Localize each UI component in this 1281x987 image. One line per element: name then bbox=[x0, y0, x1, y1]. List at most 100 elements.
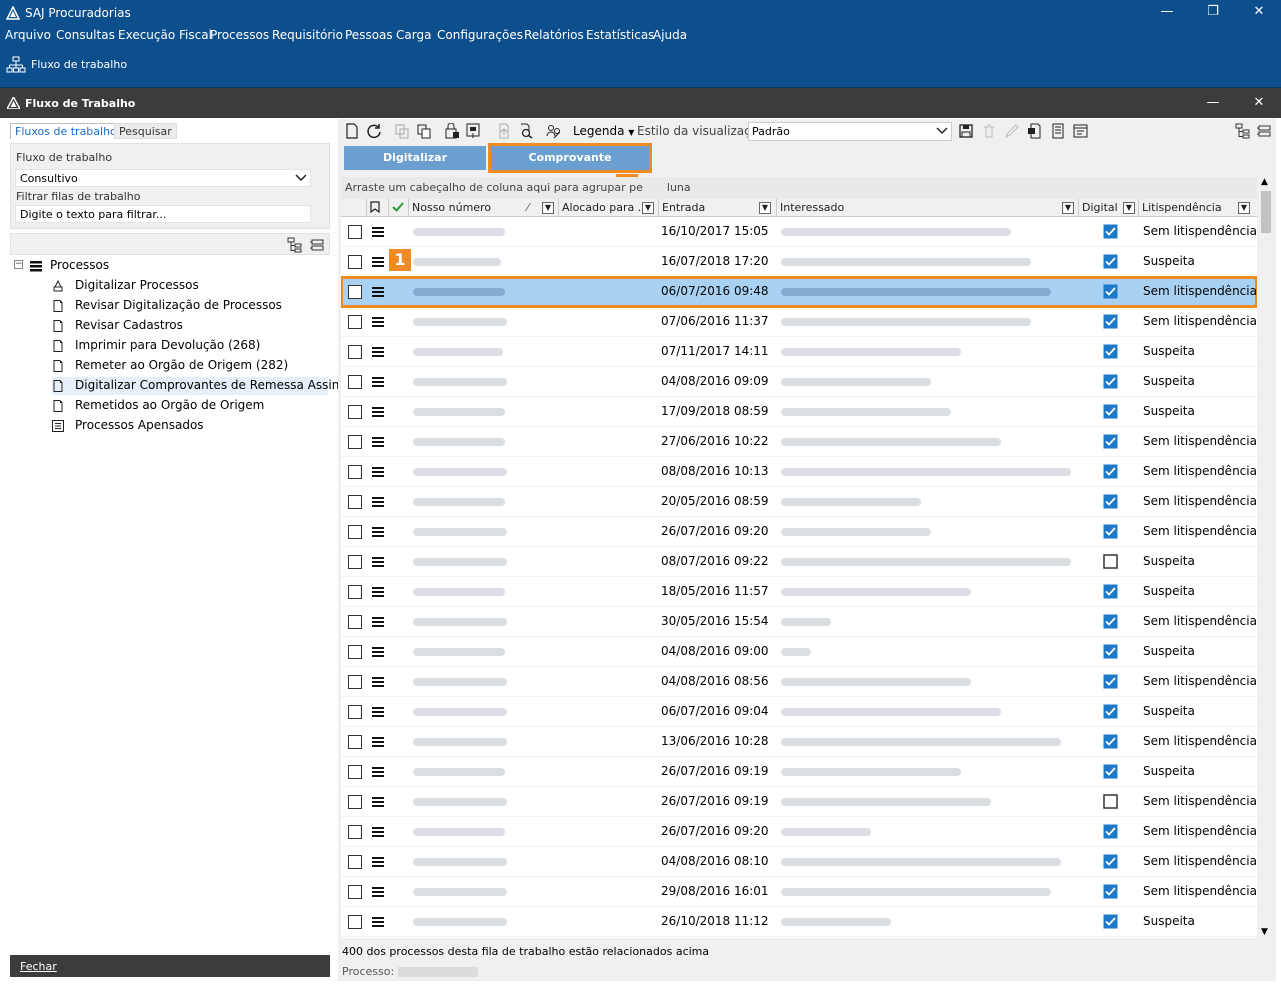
filter-dropdown-icon[interactable]: ▼ bbox=[1062, 202, 1074, 214]
tree-structure-icon[interactable] bbox=[287, 237, 303, 253]
digital-checked-icon[interactable] bbox=[1103, 284, 1118, 299]
row-details-icon[interactable] bbox=[372, 827, 384, 837]
tab-pesquisar[interactable]: Pesquisar bbox=[114, 123, 177, 139]
row-details-icon[interactable] bbox=[372, 377, 384, 387]
copy-icon[interactable] bbox=[416, 123, 432, 139]
digital-checked-icon[interactable] bbox=[1103, 464, 1118, 479]
refresh-icon[interactable] bbox=[366, 123, 382, 139]
digital-checked-icon[interactable] bbox=[1103, 224, 1118, 239]
row-checkbox[interactable] bbox=[348, 795, 362, 809]
row-checkbox[interactable] bbox=[348, 465, 362, 479]
row-checkbox[interactable] bbox=[348, 495, 362, 509]
row-details-icon[interactable] bbox=[372, 437, 384, 447]
row-checkbox[interactable] bbox=[348, 765, 362, 779]
menu-arquivo[interactable]: Arquivo bbox=[5, 28, 51, 42]
row-details-icon[interactable] bbox=[372, 407, 384, 417]
row-details-icon[interactable] bbox=[372, 467, 384, 477]
header-interessado[interactable]: Interessado ▼ bbox=[777, 199, 1079, 217]
stamp-document-icon[interactable] bbox=[466, 123, 482, 139]
table-row[interactable]: 06/07/2016 09:48 Sem litispendência bbox=[341, 276, 1257, 308]
comprovante-digitalizado-button[interactable]: Comprovante Digitalizado bbox=[488, 143, 652, 188]
collapse-list-icon[interactable] bbox=[309, 237, 325, 253]
header-entrada[interactable]: Entrada ▼ bbox=[659, 199, 777, 217]
row-details-icon[interactable] bbox=[372, 617, 384, 627]
digitalizar-comprovante-button[interactable]: Digitalizar Comprovante bbox=[344, 146, 486, 188]
table-row[interactable]: 17/09/2018 08:59 Suspeita bbox=[341, 397, 1257, 427]
row-details-icon[interactable] bbox=[372, 227, 384, 237]
header-digital[interactable]: Digital ▼ bbox=[1079, 199, 1139, 217]
scroll-down-icon[interactable]: ▼ bbox=[1261, 927, 1268, 937]
header-litispendencia[interactable]: Litispendência ▼ bbox=[1139, 199, 1257, 217]
menu-estatisticas[interactable]: Estatísticas bbox=[586, 28, 654, 42]
digital-checked-icon[interactable] bbox=[1103, 824, 1118, 839]
table-row[interactable]: 07/11/2017 14:11 Suspeita bbox=[341, 337, 1257, 367]
row-checkbox[interactable] bbox=[348, 555, 362, 569]
menu-consultas[interactable]: Consultas bbox=[56, 28, 115, 42]
digital-checked-icon[interactable] bbox=[1103, 404, 1118, 419]
collapse-toggle-icon[interactable]: − bbox=[14, 260, 23, 269]
table-row[interactable]: 30/05/2016 15:54 Sem litispendência bbox=[341, 607, 1257, 637]
table-row[interactable]: 20/05/2016 08:59 Sem litispendência bbox=[341, 487, 1257, 517]
menu-configuracoes[interactable]: Configurações bbox=[437, 28, 523, 42]
row-checkbox[interactable] bbox=[348, 585, 362, 599]
digital-checked-icon[interactable] bbox=[1103, 704, 1118, 719]
table-row[interactable]: 26/07/2016 09:20 Sem litispendência bbox=[341, 517, 1257, 547]
row-details-icon[interactable] bbox=[372, 677, 384, 687]
filter-dropdown-icon[interactable]: ▼ bbox=[642, 202, 654, 214]
table-row[interactable]: 08/07/2016 09:22 Suspeita bbox=[341, 547, 1257, 577]
estilo-select[interactable]: Padrão bbox=[748, 122, 952, 141]
row-details-icon[interactable] bbox=[372, 317, 384, 327]
legend-people-icon[interactable] bbox=[546, 123, 562, 139]
row-details-icon[interactable] bbox=[372, 287, 384, 297]
row-checkbox[interactable] bbox=[348, 915, 362, 929]
row-details-icon[interactable] bbox=[372, 857, 384, 867]
maximize-button[interactable]: ❐ bbox=[1198, 3, 1228, 21]
row-details-icon[interactable] bbox=[372, 707, 384, 717]
fluxo-select[interactable]: Consultivo bbox=[15, 169, 311, 187]
menu-relatorios[interactable]: Relatórios bbox=[524, 28, 584, 42]
table-row[interactable]: 04/08/2016 08:56 Sem litispendência bbox=[341, 667, 1257, 697]
panel-close-button[interactable]: ✕ bbox=[1244, 94, 1274, 112]
tree-structure-icon[interactable] bbox=[1235, 123, 1251, 139]
table-row[interactable]: 16/10/2017 15:05 Sem litispendência bbox=[341, 217, 1257, 247]
digital-checked-icon[interactable] bbox=[1103, 734, 1118, 749]
row-checkbox[interactable] bbox=[348, 405, 362, 419]
header-bookmark[interactable] bbox=[367, 199, 389, 217]
table-row[interactable]: 26/07/2016 09:19 Suspeita bbox=[341, 757, 1257, 787]
row-details-icon[interactable] bbox=[372, 737, 384, 747]
menu-ajuda[interactable]: Ajuda bbox=[653, 28, 687, 42]
digital-checked-icon[interactable] bbox=[1103, 524, 1118, 539]
table-row[interactable]: 04/08/2016 09:09 Suspeita bbox=[341, 367, 1257, 397]
row-checkbox[interactable] bbox=[348, 435, 362, 449]
table-row[interactable]: 08/08/2016 10:13 Sem litispendência bbox=[341, 457, 1257, 487]
row-checkbox[interactable] bbox=[348, 375, 362, 389]
row-checkbox[interactable] bbox=[348, 525, 362, 539]
row-checkbox[interactable] bbox=[348, 345, 362, 359]
row-details-icon[interactable] bbox=[372, 647, 384, 657]
digital-checked-icon[interactable] bbox=[1103, 434, 1118, 449]
tab-fluxos-de-trabalho[interactable]: Fluxos de trabalho bbox=[10, 123, 122, 139]
table-row[interactable]: 27/06/2016 10:22 Sem litispendência bbox=[341, 427, 1257, 457]
new-document-icon[interactable] bbox=[344, 123, 360, 139]
table-row[interactable]: 29/08/2016 16:01 Sem litispendência bbox=[341, 877, 1257, 907]
digital-checked-icon[interactable] bbox=[1103, 914, 1118, 929]
menu-requisitorio[interactable]: Requisitório bbox=[272, 28, 343, 42]
row-details-icon[interactable] bbox=[372, 767, 384, 777]
digital-checked-icon[interactable] bbox=[1103, 344, 1118, 359]
row-details-icon[interactable] bbox=[372, 557, 384, 567]
digital-checked-icon[interactable] bbox=[1103, 614, 1118, 629]
digital-checked-icon[interactable] bbox=[1103, 584, 1118, 599]
header-select[interactable] bbox=[341, 199, 367, 217]
filter-dropdown-icon[interactable]: ▼ bbox=[759, 202, 771, 214]
menu-execucao-fiscal[interactable]: Execução Fiscal bbox=[118, 28, 212, 42]
row-details-icon[interactable] bbox=[372, 497, 384, 507]
menu-processos[interactable]: Processos bbox=[210, 28, 269, 42]
row-checkbox[interactable] bbox=[348, 675, 362, 689]
table-row[interactable]: 04/08/2016 08:10 Sem litispendência bbox=[341, 847, 1257, 877]
close-button[interactable]: ✕ bbox=[1244, 3, 1274, 21]
row-checkbox[interactable] bbox=[348, 285, 362, 299]
digital-checked-icon[interactable] bbox=[1103, 764, 1118, 779]
vertical-scrollbar[interactable]: ▲ ▼ bbox=[1258, 177, 1274, 938]
lock-document-icon[interactable] bbox=[444, 123, 460, 139]
table-row[interactable]: 04/08/2016 09:00 Suspeita bbox=[341, 637, 1257, 667]
